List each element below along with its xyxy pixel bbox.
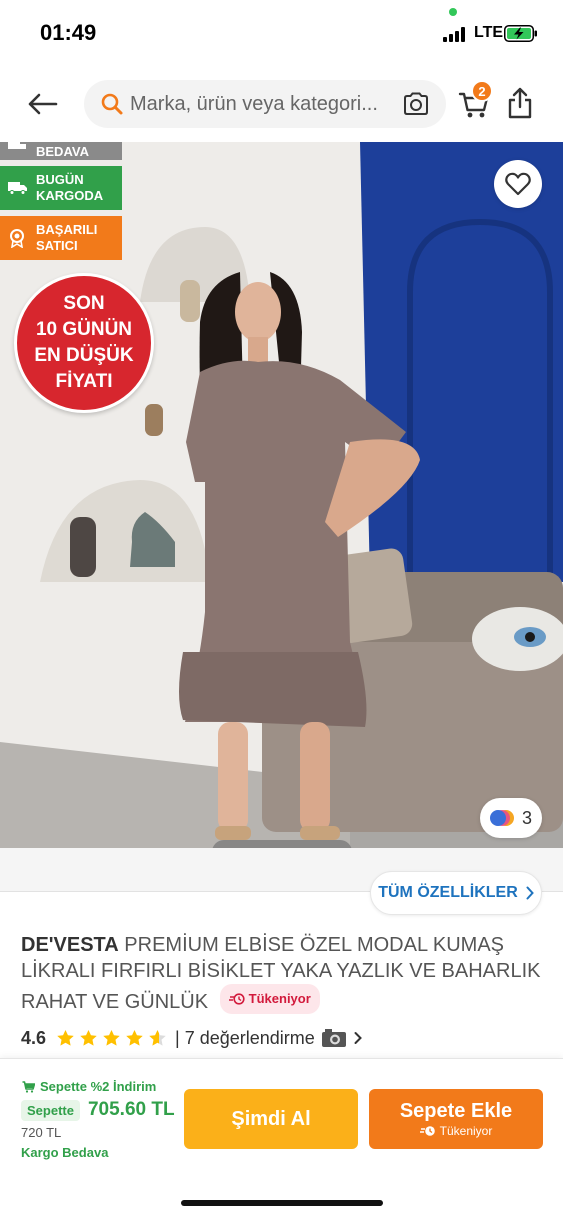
rating-score: 4.6 (21, 1027, 47, 1048)
add-to-cart-button[interactable]: Sepete Ekle Tükeniyor (369, 1089, 543, 1149)
product-image-gallery[interactable]: BEDAVA BUGÜN KARGODA BAŞARILI SATICI SON… (0, 142, 563, 848)
cart-price: 705.60 TL (87, 1099, 175, 1120)
home-indicator[interactable] (181, 1200, 383, 1206)
cart-price-row: Sepette 705.60 TL (21, 1099, 175, 1121)
today-cargo-line-1: BUGÜN (36, 172, 84, 187)
color-swatches-icon (489, 810, 514, 826)
color-count: 3 (521, 807, 532, 828)
successful-seller-badge: BAŞARILI SATICI (0, 216, 122, 260)
product-title: DE'VESTA PREMİUM ELBİSE ÖZEL MODAL KUMAŞ… (21, 932, 546, 1015)
product-brand[interactable]: DE'VESTA (21, 934, 119, 956)
award-icon (10, 229, 24, 248)
status-indicator-dot (449, 8, 457, 16)
buy-now-label: Şimdi Al (231, 1107, 311, 1130)
cart-count-badge: 2 (471, 80, 493, 102)
color-options-button[interactable]: 3 (480, 798, 542, 838)
cart-price-label: Sepette (21, 1099, 80, 1121)
star-icon (80, 1029, 97, 1046)
rating-stars (56, 1029, 167, 1047)
purchase-bar: Sepette %2 İndirim Sepette 705.60 TL 720… (0, 1058, 563, 1218)
original-price: 720 TL (21, 1125, 62, 1140)
favorite-button[interactable] (494, 160, 542, 208)
today-cargo-line-2: KARGODA (36, 188, 104, 203)
buy-now-button[interactable]: Şimdi Al (184, 1089, 358, 1149)
cart-discount-note: Sepette %2 İndirim (22, 1079, 156, 1094)
free-shipping-badge: BEDAVA (0, 142, 122, 160)
successful-seller-line-1: BAŞARILI (36, 222, 98, 237)
search-bar[interactable] (84, 80, 446, 128)
truck-icon (8, 142, 26, 149)
all-features-label: TÜM ÖZELLİKLER (378, 884, 518, 901)
rating-row[interactable]: 4.6 | 7 değerlendirme (21, 1026, 363, 1050)
free-shipping-note: Kargo Bedava (21, 1145, 109, 1160)
battery-icon (504, 25, 537, 42)
clock-icon (419, 1126, 435, 1136)
cart-discount-text: Sepette %2 İndirim (40, 1079, 157, 1094)
heart-icon (505, 172, 531, 196)
star-icon (103, 1029, 120, 1046)
seal-line-3: EN DÜŞÜK (34, 345, 134, 366)
status-time: 01:49 (40, 20, 97, 45)
arrow-left-icon (28, 93, 58, 115)
truck-icon (8, 182, 27, 195)
camera-icon (321, 1029, 346, 1047)
cart-icon (22, 1080, 35, 1093)
status-bar: 01:49 LTE (0, 0, 563, 62)
seal-line-4: FİYATI (55, 371, 113, 392)
clock-icon (228, 993, 245, 1005)
star-icon (126, 1029, 143, 1046)
star-icon (149, 1029, 166, 1046)
add-to-cart-label: Sepete Ekle (399, 1100, 513, 1122)
chevron-right-icon (354, 1032, 362, 1044)
add-to-cart-sub-text: Tükeniyor (439, 1124, 493, 1138)
successful-seller-line-2: SATICI (36, 238, 78, 253)
network-label: LTE (474, 24, 504, 41)
search-icon (101, 93, 123, 115)
image-pager[interactable] (212, 840, 352, 848)
free-shipping-text: BEDAVA (36, 144, 89, 159)
review-count-link[interactable]: | 7 değerlendirme (175, 1028, 315, 1049)
seal-line-2: 10 GÜNÜN (35, 319, 133, 340)
chevron-right-icon (526, 886, 534, 900)
stock-status-text: Tükeniyor (248, 991, 311, 1006)
top-navigation: 2 (0, 70, 563, 140)
share-icon[interactable] (506, 86, 534, 120)
lowest-price-seal: SON 10 GÜNÜN EN DÜŞÜK FİYATI (14, 273, 154, 413)
add-to-cart-stock-note: Tükeniyor (419, 1124, 493, 1138)
back-button[interactable] (24, 86, 60, 122)
camera-search-icon[interactable] (402, 91, 430, 117)
search-input[interactable] (130, 80, 398, 128)
stock-status-badge: Tükeniyor (219, 984, 320, 1014)
all-features-button[interactable]: TÜM ÖZELLİKLER (370, 871, 542, 915)
today-cargo-badge: BUGÜN KARGODA (0, 166, 122, 210)
star-icon (57, 1029, 74, 1046)
signal-icon (443, 27, 469, 42)
seal-line-1: SON (63, 293, 105, 314)
